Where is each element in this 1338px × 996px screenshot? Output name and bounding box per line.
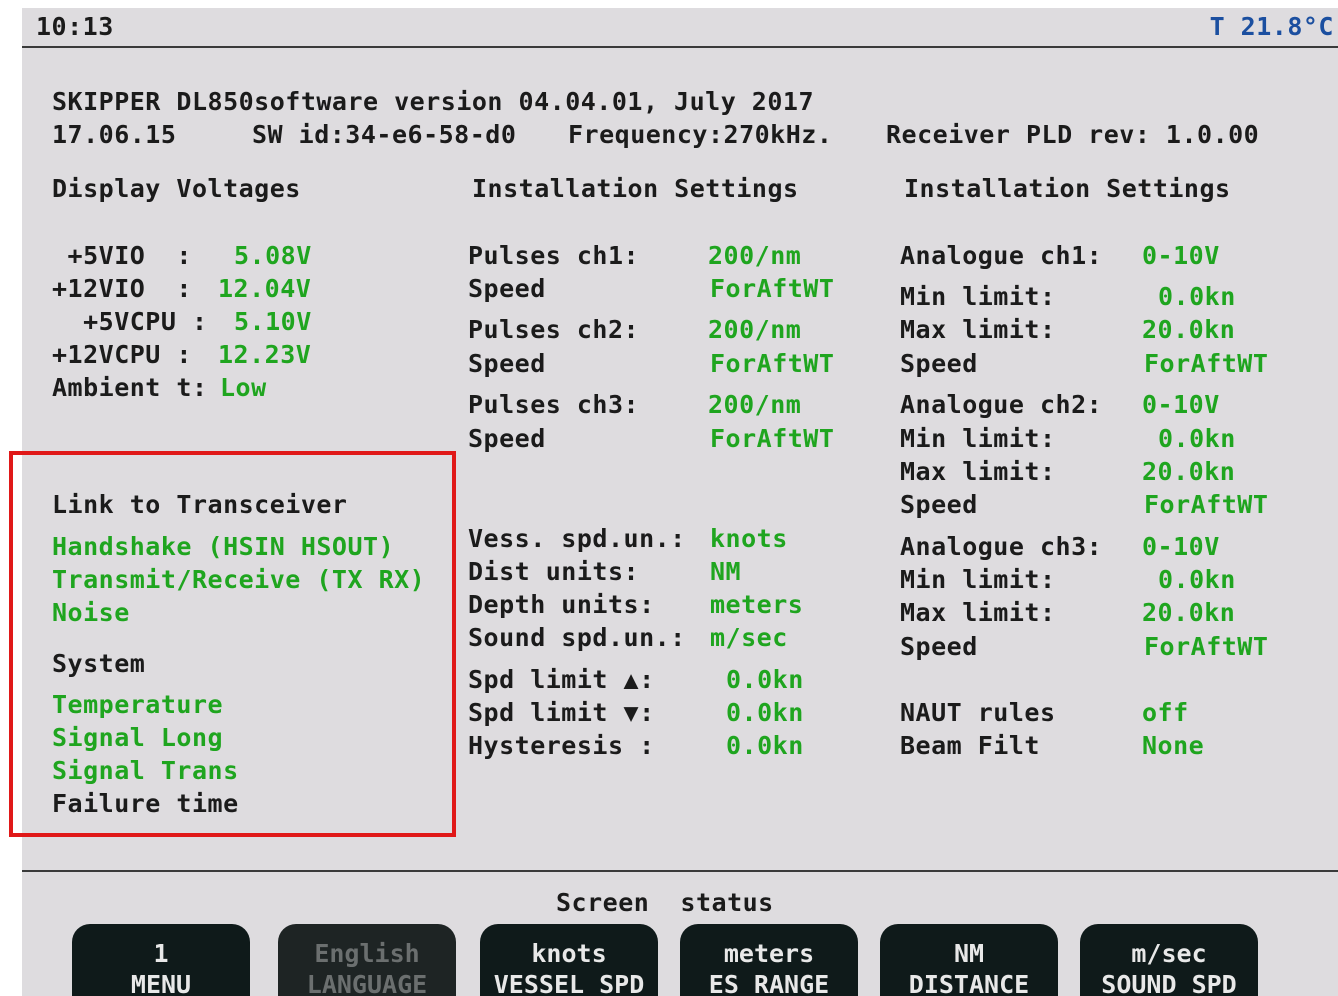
max-limit-value: 20.0kn xyxy=(1142,315,1236,344)
sound-speed-unit-value: m/sec xyxy=(710,623,788,652)
speed-label: Speed xyxy=(900,349,978,378)
softkey-vessel-speed[interactable]: knots VESSEL SPD xyxy=(480,924,658,996)
speed-label: Speed xyxy=(468,349,546,378)
softkey-menu[interactable]: 1 MENU xyxy=(72,924,250,996)
pulses-ch3-label: Pulses ch3: xyxy=(468,390,640,419)
speed-value: ForAftWT xyxy=(1144,349,1269,378)
analogue-ch3-label: Analogue ch3: xyxy=(900,532,1103,561)
min-limit-value: 0.0kn xyxy=(1158,424,1236,453)
highlight-box xyxy=(9,451,456,837)
voltage-value: 12.23V xyxy=(218,340,312,369)
frequency: Frequency:270kHz. xyxy=(568,120,833,149)
vessel-speed-unit-value: knots xyxy=(710,524,788,553)
software-date: 17.06.15 xyxy=(52,120,177,149)
softkey-value: NM xyxy=(953,939,985,968)
ambient-label: Ambient t: xyxy=(52,373,208,402)
software-id: SW id:34-e6-58-d0 xyxy=(252,120,517,149)
min-limit-label: Min limit: xyxy=(900,282,1056,311)
max-limit-value: 20.0kn xyxy=(1142,598,1236,627)
naut-rules-value: off xyxy=(1142,698,1189,727)
speed-value: ForAftWT xyxy=(710,274,835,303)
softkey-sound-speed[interactable]: m/sec SOUND SPD xyxy=(1080,924,1258,996)
beam-filter-label: Beam Filt xyxy=(900,731,1040,760)
softkey-value: 1 xyxy=(153,939,169,968)
voltage-label: +12VIO : xyxy=(52,274,192,303)
analogue-ch1-value: 0-10V xyxy=(1142,241,1220,270)
analogue-ch2-value: 0-10V xyxy=(1142,390,1220,419)
voltage-label: +5VIO : xyxy=(52,241,192,270)
ambient-value: Low xyxy=(220,373,267,402)
hysteresis-label: Hysteresis : xyxy=(468,731,655,760)
voltage-label: +12VCPU : xyxy=(52,340,192,369)
screen-status-label: Screen status xyxy=(556,888,774,917)
softkey-label: VESSEL SPD xyxy=(493,970,645,996)
speed-value: ForAftWT xyxy=(1144,632,1269,661)
hysteresis-value: 0.0kn xyxy=(726,731,804,760)
voltage-value: 5.08V xyxy=(234,241,312,270)
speed-limit-down-label: Spd limit ▼: xyxy=(468,698,655,727)
speed-label: Speed xyxy=(900,490,978,519)
speed-label: Speed xyxy=(468,424,546,453)
softkey-value: knots xyxy=(531,939,607,968)
installation-settings-title: Installation Settings xyxy=(472,174,799,203)
receiver-pld-rev: Receiver PLD rev: 1.0.00 xyxy=(886,120,1260,149)
analogue-ch2-label: Analogue ch2: xyxy=(900,390,1103,419)
clock: 10:13 xyxy=(36,12,114,41)
sound-speed-unit-label: Sound spd.un.: xyxy=(468,623,686,652)
voltage-value: 12.04V xyxy=(218,274,312,303)
softkey-value: m/sec xyxy=(1131,939,1207,968)
min-limit-label: Min limit: xyxy=(900,565,1056,594)
softkey-label: SOUND SPD xyxy=(1101,970,1237,996)
top-status-bar: 10:13 T 21.8°C xyxy=(22,8,1338,48)
software-version: SKIPPER DL850software version 04.04.01, … xyxy=(52,87,815,116)
max-limit-value: 20.0kn xyxy=(1142,457,1236,486)
min-limit-value: 0.0kn xyxy=(1158,282,1236,311)
softkey-label: LANGUAGE xyxy=(306,970,428,996)
naut-rules-label: NAUT rules xyxy=(900,698,1056,727)
temperature-readout: T 21.8°C xyxy=(1209,12,1334,41)
beam-filter-value: None xyxy=(1142,731,1205,760)
pulses-ch2-label: Pulses ch2: xyxy=(468,315,640,344)
display-voltages-title: Display Voltages xyxy=(52,174,301,203)
softkey-es-range[interactable]: meters ES RANGE xyxy=(680,924,858,996)
speed-value: ForAftWT xyxy=(1144,490,1269,519)
vessel-speed-unit-label: Vess. spd.un.: xyxy=(468,524,686,553)
pulses-ch2-value: 200/nm xyxy=(708,315,802,344)
speed-label: Speed xyxy=(900,632,978,661)
softkey-label: MENU xyxy=(130,970,192,996)
speed-limit-up-value: 0.0kn xyxy=(726,665,804,694)
min-limit-value: 0.0kn xyxy=(1158,565,1236,594)
analogue-ch3-value: 0-10V xyxy=(1142,532,1220,561)
max-limit-label: Max limit: xyxy=(900,315,1056,344)
distance-unit-label: Dist units: xyxy=(468,557,640,586)
voltage-label: +5VCPU : xyxy=(52,307,208,336)
speed-value: ForAftWT xyxy=(710,349,835,378)
speed-limit-up-label: Spd limit ▲: xyxy=(468,665,655,694)
softkey-language[interactable]: English LANGUAGE xyxy=(278,924,456,996)
softkey-label: DISTANCE xyxy=(908,970,1030,996)
softkey-distance[interactable]: NM DISTANCE xyxy=(880,924,1058,996)
pulses-ch1-label: Pulses ch1: xyxy=(468,241,640,270)
speed-value: ForAftWT xyxy=(710,424,835,453)
softkey-label: ES RANGE xyxy=(708,970,830,996)
pulses-ch1-value: 200/nm xyxy=(708,241,802,270)
status-divider xyxy=(22,870,1338,872)
min-limit-label: Min limit: xyxy=(900,424,1056,453)
pulses-ch3-value: 200/nm xyxy=(708,390,802,419)
distance-unit-value: NM xyxy=(710,557,742,586)
max-limit-label: Max limit: xyxy=(900,457,1056,486)
voltage-value: 5.10V xyxy=(234,307,312,336)
softkey-value: meters xyxy=(723,939,815,968)
analogue-ch1-label: Analogue ch1: xyxy=(900,241,1103,270)
softkey-value: English xyxy=(314,939,420,968)
speed-label: Speed xyxy=(468,274,546,303)
depth-unit-value: meters xyxy=(710,590,804,619)
max-limit-label: Max limit: xyxy=(900,598,1056,627)
installation-settings-title-2: Installation Settings xyxy=(904,174,1231,203)
depth-unit-label: Depth units: xyxy=(468,590,655,619)
speed-limit-down-value: 0.0kn xyxy=(726,698,804,727)
